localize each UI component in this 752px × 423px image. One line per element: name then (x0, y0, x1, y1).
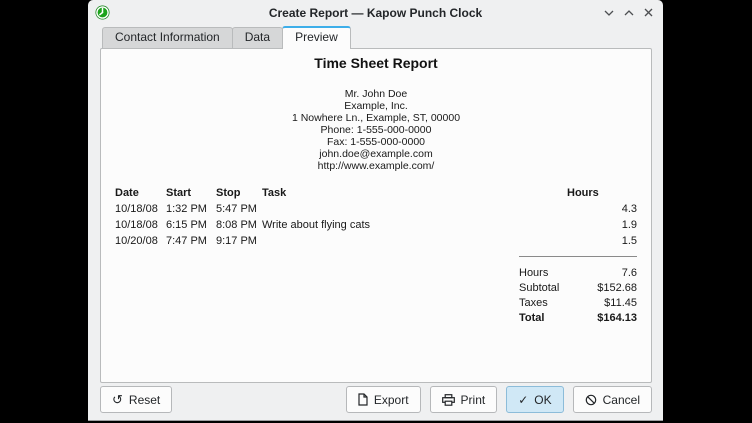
tab-data[interactable]: Data (232, 27, 283, 48)
timesheet-table: Date Start Stop Task Hours 10/18/08 1:32… (115, 184, 637, 249)
report-title: Time Sheet Report (115, 55, 637, 72)
maximize-icon[interactable] (623, 7, 634, 18)
button-row-spacer (181, 386, 337, 413)
contact-block: Mr. John Doe Example, Inc. 1 Nowhere Ln.… (115, 88, 637, 172)
header-date: Date (115, 184, 166, 201)
ok-button[interactable]: ✓ OK (506, 386, 563, 413)
report: Time Sheet Report Mr. John Doe Example, … (101, 55, 651, 326)
totals-label: Hours (519, 266, 548, 281)
totals-label: Total (519, 311, 544, 326)
cell-start: 7:47 PM (166, 233, 216, 249)
contact-name: Mr. John Doe (115, 88, 637, 100)
close-icon[interactable] (643, 7, 654, 18)
header-hours: Hours (567, 184, 637, 201)
undo-icon: ↺ (112, 393, 123, 406)
contact-address: 1 Nowhere Ln., Example, ST, 00000 (115, 112, 637, 124)
contact-company: Example, Inc. (115, 100, 637, 112)
printer-icon (442, 394, 455, 406)
tab-contact-information[interactable]: Contact Information (102, 27, 233, 48)
contact-phone: Phone: 1-555-000-0000 (115, 124, 637, 136)
check-icon: ✓ (518, 394, 528, 406)
report-preview-pane: Time Sheet Report Mr. John Doe Example, … (100, 48, 652, 383)
contact-website: http://www.example.com/ (115, 160, 637, 172)
totals-hours: Hours 7.6 (519, 266, 637, 281)
cell-start: 1:32 PM (166, 201, 216, 217)
cell-date: 10/18/08 (115, 201, 166, 217)
cancel-icon (585, 394, 597, 406)
dialog-create-report: Create Report — Kapow Punch Clock Contac… (88, 0, 663, 421)
totals-subtotal: Subtotal $152.68 (519, 281, 637, 296)
screen: { "window": { "title": "Create Report — … (0, 0, 752, 423)
header-stop: Stop (216, 184, 262, 201)
totals-label: Subtotal (519, 281, 559, 296)
header-task: Task (262, 184, 567, 201)
totals-value: 7.6 (622, 266, 637, 281)
window-controls (603, 0, 654, 25)
cell-date: 10/18/08 (115, 217, 166, 233)
tab-preview[interactable]: Preview (282, 26, 351, 49)
reset-button[interactable]: ↺ Reset (100, 386, 172, 413)
cell-stop: 5:47 PM (216, 201, 262, 217)
cell-task (262, 201, 567, 217)
cancel-button[interactable]: Cancel (573, 386, 652, 413)
minimize-icon[interactable] (603, 7, 614, 18)
reset-button-label: Reset (129, 393, 160, 407)
cell-hours: 4.3 (567, 201, 637, 217)
window-title: Create Report — Kapow Punch Clock (88, 6, 663, 20)
contact-email: john.doe@example.com (115, 148, 637, 160)
header-start: Start (166, 184, 216, 201)
table-row: 10/18/08 1:32 PM 5:47 PM 4.3 (115, 201, 637, 217)
print-button-label: Print (461, 393, 486, 407)
cell-stop: 8:08 PM (216, 217, 262, 233)
cell-stop: 9:17 PM (216, 233, 262, 249)
print-button[interactable]: Print (430, 386, 498, 413)
cell-hours: 1.5 (567, 233, 637, 249)
totals-value: $152.68 (597, 281, 637, 296)
table-header-row: Date Start Stop Task Hours (115, 184, 637, 201)
cell-task (262, 233, 567, 249)
export-button-label: Export (374, 393, 409, 407)
cell-date: 10/20/08 (115, 233, 166, 249)
titlebar[interactable]: Create Report — Kapow Punch Clock (88, 0, 663, 25)
cell-start: 6:15 PM (166, 217, 216, 233)
totals-block: Hours 7.6 Subtotal $152.68 Taxes $11.45 … (519, 256, 637, 326)
contact-fax: Fax: 1-555-000-0000 (115, 136, 637, 148)
totals-value: $11.45 (604, 296, 637, 311)
cell-task: Write about flying cats (262, 217, 567, 233)
totals-value: $164.13 (597, 311, 637, 326)
cell-hours: 1.9 (567, 217, 637, 233)
document-icon (358, 393, 368, 406)
table-row: 10/18/08 6:15 PM 8:08 PM Write about fly… (115, 217, 637, 233)
export-button[interactable]: Export (346, 386, 421, 413)
totals-taxes: Taxes $11.45 (519, 296, 637, 311)
totals-total: Total $164.13 (519, 311, 637, 326)
cancel-button-label: Cancel (603, 393, 640, 407)
ok-button-label: OK (534, 393, 551, 407)
dialog-button-row: ↺ Reset Export Print ✓ OK (100, 386, 652, 413)
tab-bar: Contact Information Data Preview (102, 26, 350, 48)
totals-label: Taxes (519, 296, 548, 311)
table-row: 10/20/08 7:47 PM 9:17 PM 1.5 (115, 233, 637, 249)
